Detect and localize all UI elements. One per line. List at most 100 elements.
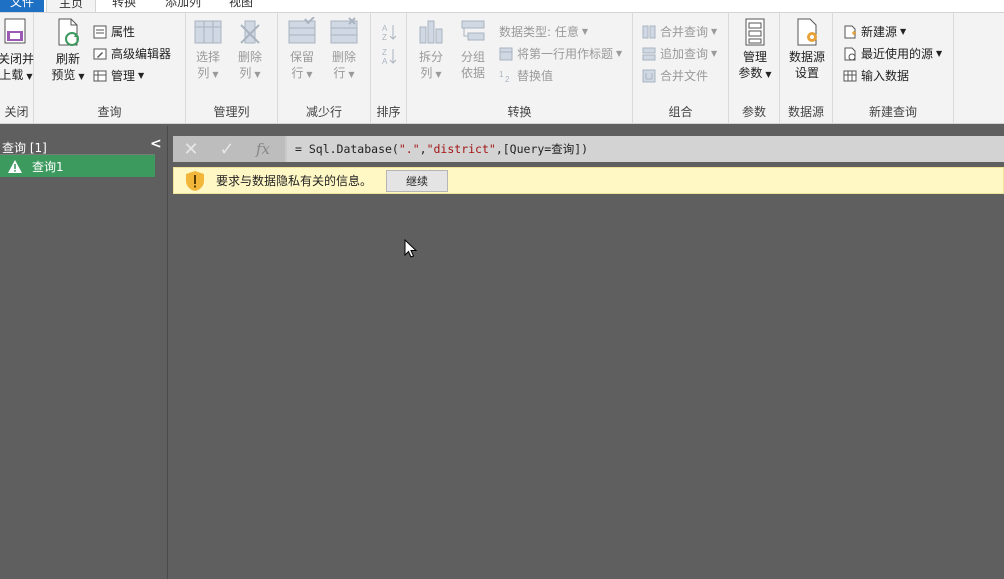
choose-columns-icon <box>194 20 222 44</box>
chevron-down-icon: ▼ <box>212 70 219 79</box>
parameters-icon <box>745 18 765 46</box>
sort-descending-icon: ZA <box>382 48 397 65</box>
group-label-new-query: 新建查询 <box>868 105 917 119</box>
remove-rows-button[interactable]: 删除 行 ▼ <box>324 17 364 83</box>
group-label-datasource: 数据源 <box>787 105 824 119</box>
group-new-query: 新建源 ▼ 最近使用的源 ▼ 输入数据 新建查询 <box>833 13 954 123</box>
choose-columns-button[interactable]: 选择 列 ▼ <box>188 17 228 83</box>
group-label-combine: 组合 <box>668 105 693 119</box>
formula-input[interactable]: = Sql.Database(".","district",[Query=查询]… <box>287 136 1004 162</box>
manage-query-button[interactable]: 管理 ▼ <box>93 66 144 86</box>
chevron-down-icon: ▼ <box>765 70 772 79</box>
group-sort: AZ ZA 排序 <box>371 13 407 123</box>
replace-values-button[interactable]: 12 替换值 <box>499 66 553 86</box>
refresh-icon <box>58 18 79 46</box>
chevron-down-icon: ▼ <box>435 70 442 79</box>
combine-files-icon <box>642 69 656 83</box>
manage-parameters-button[interactable]: 管理 参数 ▼ <box>733 17 777 83</box>
chevron-down-icon: ▼ <box>78 72 85 81</box>
shield-warning-icon <box>186 170 204 191</box>
group-label-sort: 排序 <box>376 105 401 119</box>
group-parameters: 管理 参数 ▼ 参数 <box>729 13 780 123</box>
tab-transform[interactable]: 转换 <box>98 0 150 12</box>
tab-home[interactable]: 主页 <box>46 0 96 12</box>
split-column-icon <box>419 20 443 44</box>
group-transform: 拆分 列 ▼ 分组 依据 数据类型: 任意 ▼ 将第一行用作标题 ▼ 12 替换值 转… <box>407 13 633 123</box>
svg-text:2: 2 <box>505 75 510 83</box>
privacy-warning-bar: 要求与数据隐私有关的信息。 继续 <box>173 167 1004 194</box>
advanced-editor-icon <box>93 48 107 60</box>
tab-add-column[interactable]: 添加列 <box>152 0 214 12</box>
advanced-editor-button[interactable]: 高级编辑器 <box>93 44 171 64</box>
close-load-icon <box>4 18 26 44</box>
remove-columns-button[interactable]: 删除 列 ▼ <box>230 17 270 83</box>
close-load-button[interactable]: 关闭并 上载 ▼ <box>0 17 36 85</box>
append-queries-button[interactable]: 追加查询 ▼ <box>642 44 717 64</box>
chevron-down-icon: ▼ <box>616 49 623 58</box>
fx-icon[interactable]: fx <box>245 140 281 158</box>
merge-queries-icon <box>642 25 656 39</box>
combine-files-button[interactable]: 合并文件 <box>642 66 708 86</box>
svg-text:A: A <box>382 24 388 33</box>
table-icon <box>843 70 857 82</box>
split-column-button[interactable]: 拆分 列 ▼ <box>411 17 451 83</box>
append-queries-icon <box>642 47 656 61</box>
properties-icon <box>93 25 107 39</box>
mouse-cursor-icon <box>404 239 418 258</box>
datasource-settings-button[interactable]: 数据源 设置 <box>784 17 830 81</box>
collapse-pane-icon[interactable]: < <box>150 136 162 152</box>
new-source-icon <box>844 25 856 39</box>
enter-data-button[interactable]: 输入数据 <box>843 66 909 86</box>
replace-values-icon: 12 <box>499 70 510 83</box>
keep-rows-icon <box>288 17 316 44</box>
commit-formula-icon[interactable]: ✓ <box>209 139 245 160</box>
chevron-down-icon: ▼ <box>711 27 718 36</box>
remove-columns-icon <box>240 20 260 44</box>
chevron-down-icon: ▼ <box>711 49 718 58</box>
warning-triangle-icon <box>8 159 22 173</box>
chevron-down-icon: ▼ <box>581 27 589 36</box>
tab-file[interactable]: 文件 <box>0 0 44 12</box>
continue-button[interactable]: 继续 <box>386 169 449 192</box>
new-source-button[interactable]: 新建源 ▼ <box>843 22 906 42</box>
chevron-down-icon: ▼ <box>254 70 261 79</box>
sort-ascending-button[interactable]: AZ <box>381 22 401 42</box>
formula-bar-buttons: ✕ ✓ fx <box>173 136 285 162</box>
chevron-down-icon: ▼ <box>306 70 313 79</box>
chevron-down-icon: ▼ <box>26 72 33 81</box>
group-query: 刷新 预览 ▼ 属性 高级编辑器 管理 ▼ 查询 <box>34 13 186 123</box>
data-type-dropdown[interactable]: 数据类型: 任意 ▼ <box>499 22 588 42</box>
svg-text:A: A <box>382 57 388 65</box>
group-manage-columns: 选择 列 ▼ 删除 列 ▼ 管理列 <box>186 13 278 123</box>
recent-sources-icon <box>844 47 856 61</box>
group-label-transform: 转换 <box>507 105 532 119</box>
chevron-down-icon: ▼ <box>936 49 943 58</box>
svg-text:Z: Z <box>382 33 387 41</box>
properties-button[interactable]: 属性 <box>93 22 135 42</box>
svg-text:1: 1 <box>499 70 504 79</box>
query-list-item-label: 查询1 <box>32 159 64 174</box>
keep-rows-button[interactable]: 保留 行 ▼ <box>282 17 322 83</box>
chevron-down-icon: ▼ <box>138 71 145 80</box>
group-label-manage-columns: 管理列 <box>213 105 250 119</box>
query-list-item[interactable]: 查询1 <box>0 155 155 177</box>
recent-sources-button[interactable]: 最近使用的源 ▼ <box>843 44 942 64</box>
sort-ascending-icon: AZ <box>382 24 397 41</box>
merge-queries-button[interactable]: 合并查询 ▼ <box>642 22 717 42</box>
tab-view[interactable]: 视图 <box>216 0 266 12</box>
queries-pane: 查询 [1] < 查询1 <box>0 126 168 579</box>
group-by-button[interactable]: 分组 依据 <box>453 17 493 81</box>
cancel-formula-icon[interactable]: ✕ <box>173 139 209 160</box>
chevron-down-icon: ▼ <box>900 27 907 36</box>
use-first-row-header-button[interactable]: 将第一行用作标题 ▼ <box>499 44 622 64</box>
refresh-preview-button[interactable]: 刷新 预览 ▼ <box>48 17 88 85</box>
group-combine: 合并查询 ▼ 追加查询 ▼ 合并文件 组合 <box>633 13 729 123</box>
remove-rows-icon <box>330 17 358 44</box>
chevron-down-icon: ▼ <box>348 70 355 79</box>
ribbon-tabs: 文件 主页 转换 添加列 视图 <box>0 0 1004 12</box>
header-row-icon <box>499 47 513 61</box>
table-icon <box>93 70 107 82</box>
group-label-reduce-rows: 减少行 <box>305 105 342 119</box>
sort-descending-button[interactable]: ZA <box>381 46 401 66</box>
group-datasource: 数据源 设置 数据源 <box>780 13 833 123</box>
